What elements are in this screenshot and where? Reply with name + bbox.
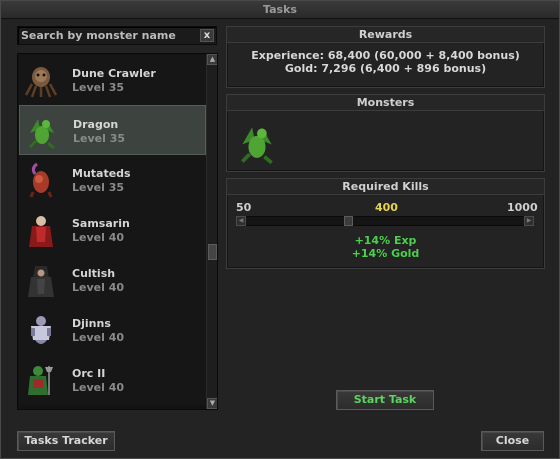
scroll-thumb[interactable] bbox=[208, 244, 217, 260]
window-title[interactable]: Tasks bbox=[1, 1, 559, 19]
list-item[interactable]: Samsarin Level 40 bbox=[19, 205, 206, 255]
monster-list[interactable]: Dune Crawler Level 35 Dragon Level 35 Mu… bbox=[17, 53, 218, 410]
monster-level: Level 40 bbox=[72, 381, 125, 394]
scroll-up-icon[interactable]: ▲ bbox=[207, 54, 217, 65]
list-item[interactable]: Orc II Level 40 bbox=[19, 355, 206, 405]
djinn-icon bbox=[31, 316, 51, 344]
search-input[interactable]: Search by monster name x bbox=[17, 26, 217, 45]
slider-left-icon[interactable]: ◀ bbox=[236, 216, 246, 226]
cultist-icon bbox=[28, 266, 54, 297]
monster-name: Cultish bbox=[72, 267, 116, 280]
monster-name: Mutateds bbox=[72, 167, 131, 180]
monster-level: Level 35 bbox=[72, 81, 125, 94]
monster-name: Dragon bbox=[73, 118, 119, 131]
required-kills-panel: Required Kills 50 400 1000 ◀ ▶ +14% Exp … bbox=[226, 178, 545, 269]
gold-reward: Gold: 7,296 (6,400 + 896 bonus) bbox=[284, 62, 487, 75]
slider-thumb[interactable] bbox=[344, 216, 354, 226]
experience-reward: Experience: 68,400 (60,000 + 8,400 bonus… bbox=[251, 49, 520, 62]
list-item[interactable]: Cultish Level 40 bbox=[19, 255, 206, 305]
kills-max-label: 1000 bbox=[507, 201, 538, 214]
kills-min-label: 50 bbox=[236, 201, 252, 214]
monster-level: Level 40 bbox=[72, 331, 125, 344]
monster-level: Level 35 bbox=[73, 132, 126, 145]
rewards-title: Rewards bbox=[227, 27, 544, 43]
list-item[interactable]: Djinns Level 40 bbox=[19, 305, 206, 355]
search-placeholder: Search by monster name bbox=[21, 29, 176, 42]
bonus-exp: +14% Exp bbox=[354, 234, 417, 247]
kills-slider[interactable]: ◀ ▶ bbox=[236, 216, 534, 226]
monster-name: Samsarin bbox=[72, 217, 130, 230]
list-item-selected[interactable]: Dragon Level 35 bbox=[19, 105, 206, 155]
dune-crawler-icon bbox=[24, 67, 58, 98]
monster-name: Djinns bbox=[72, 317, 111, 330]
monster-level: Level 40 bbox=[72, 231, 125, 244]
clear-search-button[interactable]: x bbox=[200, 29, 214, 42]
bonus-gold: +14% Gold bbox=[351, 247, 420, 260]
samsarin-icon bbox=[29, 216, 53, 247]
list-item[interactable]: Dune Crawler Level 35 bbox=[19, 55, 206, 105]
orc-icon bbox=[28, 366, 53, 395]
slider-right-icon[interactable]: ▶ bbox=[524, 216, 534, 226]
monsters-panel: Monsters bbox=[226, 94, 545, 172]
list-item[interactable]: Mutateds Level 35 bbox=[19, 155, 206, 205]
dragon-icon bbox=[241, 127, 273, 164]
monster-name: Dune Crawler bbox=[72, 67, 156, 80]
required-kills-title: Required Kills bbox=[227, 179, 544, 195]
tasks-window: Tasks Search by monster name x Dune Craw… bbox=[0, 0, 560, 459]
tasks-tracker-button[interactable]: Tasks Tracker bbox=[17, 431, 115, 451]
close-button[interactable]: Close bbox=[481, 431, 544, 451]
dragon-icon bbox=[28, 119, 55, 149]
start-task-button[interactable]: Start Task bbox=[336, 390, 434, 410]
kills-current-label: 400 bbox=[375, 201, 398, 214]
monster-level: Level 35 bbox=[72, 181, 125, 194]
mutated-icon bbox=[29, 162, 53, 198]
monsters-title: Monsters bbox=[227, 95, 544, 111]
rewards-panel: Rewards Experience: 68,400 (60,000 + 8,4… bbox=[226, 26, 545, 88]
monster-name: Orc II bbox=[72, 367, 106, 380]
scroll-down-icon[interactable]: ▼ bbox=[207, 398, 217, 409]
monster-level: Level 40 bbox=[72, 281, 125, 294]
list-scrollbar[interactable]: ▲ ▼ bbox=[206, 54, 217, 409]
